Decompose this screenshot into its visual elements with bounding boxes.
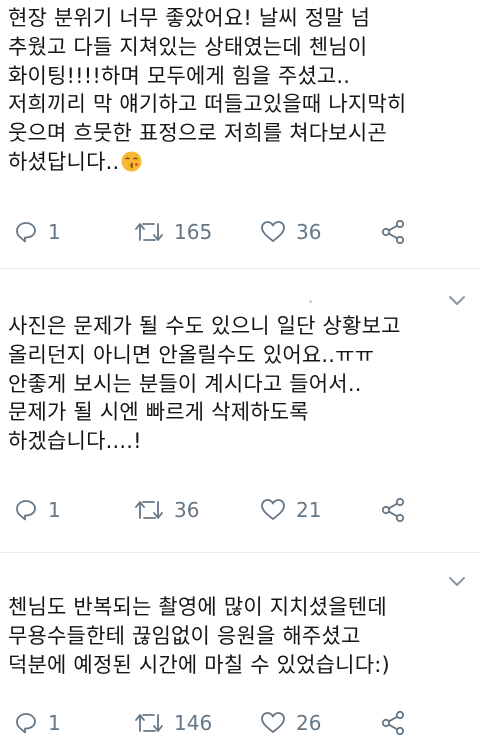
tweet-3[interactable]: 첸님도 반복되는 촬영에 많이 지치셨을텐데 무용수들한테 끊임없이 응원을 해… [0, 553, 480, 749]
retweet-count: 146 [174, 711, 213, 735]
tweet-actions: 1 165 36 [8, 217, 428, 247]
reply-count: 1 [48, 220, 61, 244]
reply-button[interactable]: 1 [14, 217, 61, 247]
like-icon [261, 499, 285, 520]
tweet-text: 첸님도 반복되는 촬영에 많이 지치셨을텐데 무용수들한테 끊임없이 응원을 해… [8, 595, 390, 677]
reply-count: 1 [48, 498, 61, 522]
like-count: 26 [296, 711, 322, 735]
share-icon [381, 219, 405, 245]
like-icon [261, 221, 285, 242]
reply-count: 1 [48, 711, 61, 735]
chevron-down-icon[interactable] [448, 294, 466, 306]
reply-button[interactable]: 1 [14, 495, 61, 525]
tweet-actions: 1 36 21 [8, 495, 428, 525]
chevron-down-icon[interactable] [448, 575, 466, 587]
retweet-count: 36 [174, 498, 200, 522]
reply-icon [16, 222, 36, 243]
retweet-button[interactable]: 146 [134, 708, 212, 738]
speck [309, 300, 312, 303]
retweet-icon [135, 714, 163, 732]
share-icon [381, 710, 405, 736]
kissing-face-emoji [121, 151, 142, 172]
reply-icon [16, 500, 36, 521]
tweet-1[interactable]: 현장 분위기 너무 좋았어요! 날씨 정말 넘 추웠고 다들 지쳐있는 상태였는… [0, 0, 480, 268]
reply-icon [16, 713, 36, 734]
retweet-count: 165 [174, 220, 213, 244]
share-button[interactable] [380, 708, 406, 738]
share-button[interactable] [380, 217, 406, 247]
like-button[interactable]: 36 [260, 217, 321, 247]
tweet-text: 현장 분위기 너무 좋았어요! 날씨 정말 넘 추웠고 다들 지쳐있는 상태였는… [8, 6, 407, 174]
retweet-icon [135, 501, 163, 519]
like-count: 36 [296, 220, 322, 244]
like-icon [261, 712, 285, 733]
share-button[interactable] [380, 495, 406, 525]
like-button[interactable]: 21 [260, 495, 321, 525]
tweet-text: 사진은 문제가 될 수도 있으니 일단 상황보고 올리던지 아니면 안올릴수도 … [8, 314, 401, 454]
reply-button[interactable]: 1 [14, 708, 61, 738]
like-count: 21 [296, 498, 322, 522]
retweet-button[interactable]: 165 [134, 217, 212, 247]
like-button[interactable]: 26 [260, 708, 321, 738]
retweet-icon [135, 223, 163, 241]
tweet-actions: 1 146 26 [8, 708, 428, 738]
retweet-button[interactable]: 36 [134, 495, 199, 525]
share-icon [381, 497, 405, 523]
tweet-2[interactable]: 사진은 문제가 될 수도 있으니 일단 상황보고 올리던지 아니면 안올릴수도 … [0, 269, 480, 552]
